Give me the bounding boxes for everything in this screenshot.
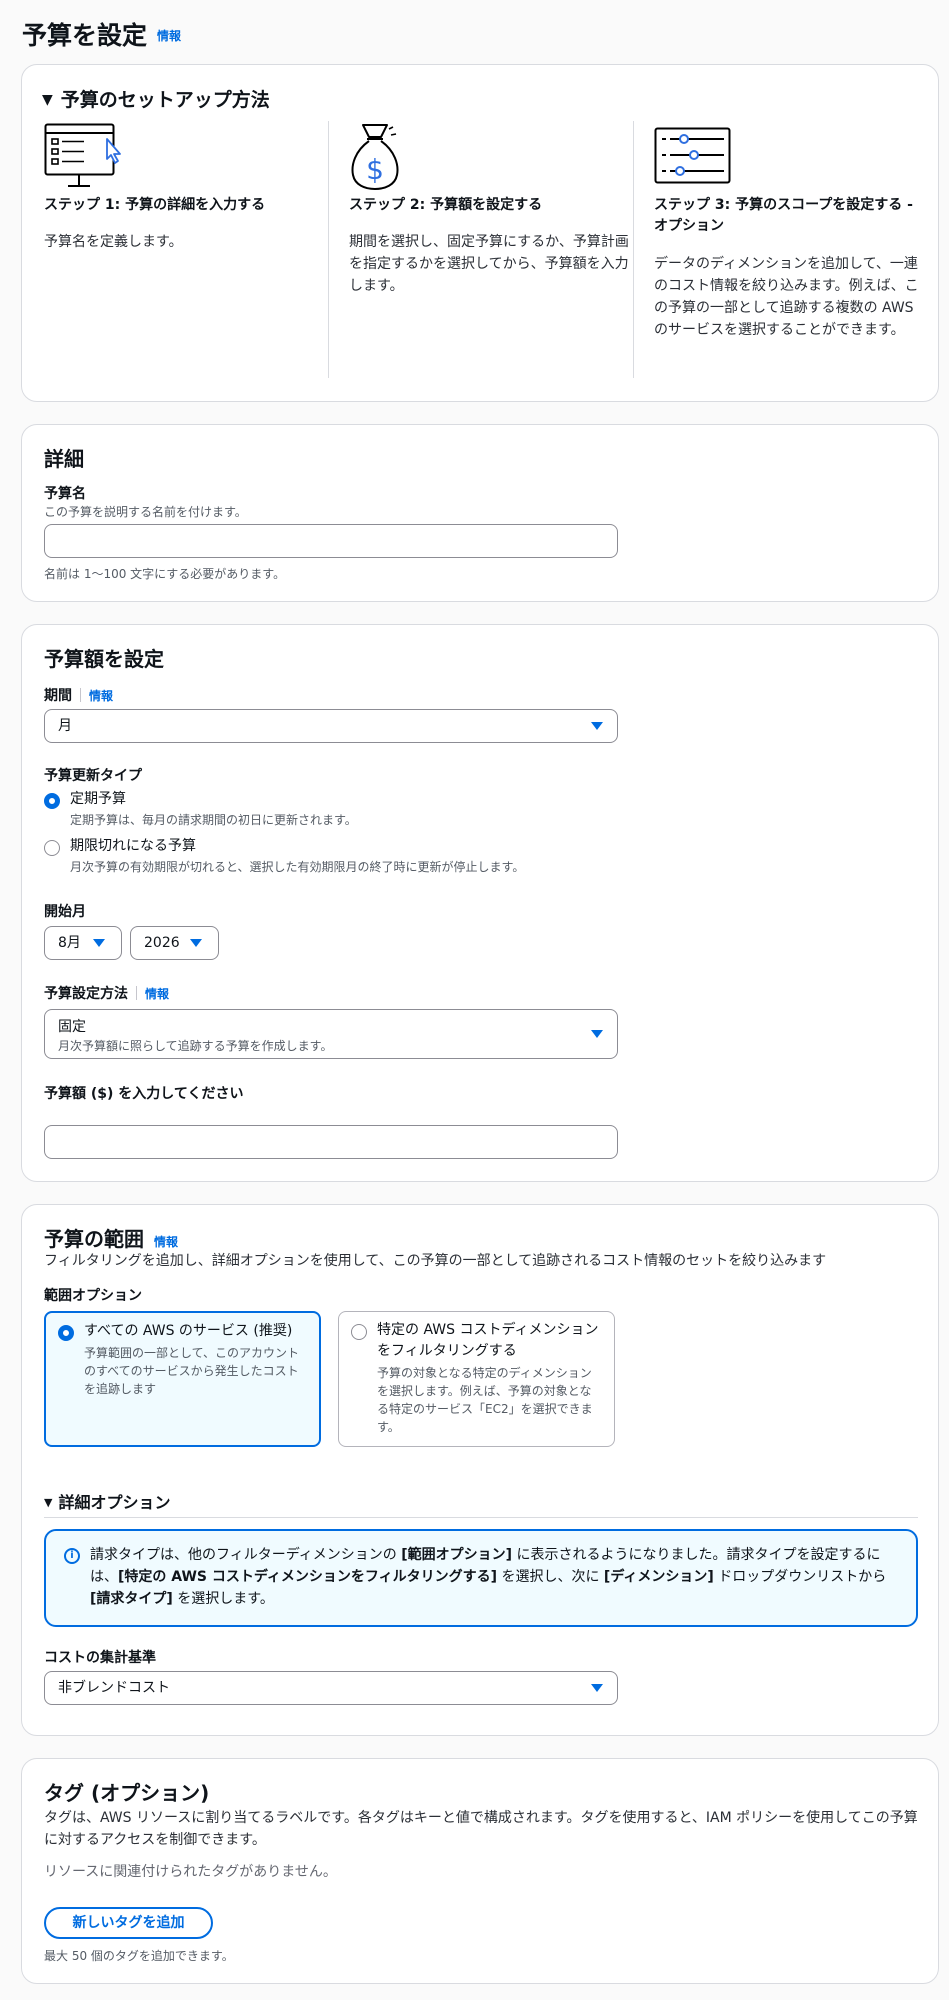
recurring-budget-label: 定期予算 <box>70 791 126 807</box>
scope-options-label: 範囲オプション <box>44 1288 142 1304</box>
cost-aggregation-select[interactable]: 非ブレンドコスト <box>44 1671 618 1705</box>
tags-limit-text: 最大 50 個のタグを追加できます。 <box>44 1949 234 1963</box>
budget-method-label: 予算設定方法 情報 <box>44 986 170 1002</box>
step-3-title: ステップ 3: 予算のスコープを設定する - オプション <box>654 197 913 234</box>
billing-type-info-alert: i 請求タイプは、他のフィルターディメンションの [範囲オプション] に表示され… <box>44 1529 918 1627</box>
expiring-budget-radio[interactable] <box>44 840 60 856</box>
all-services-desc: 予算範囲の一部として、このアカウントのすべてのサービスから発生したコストを追跡し… <box>84 1346 300 1396</box>
cost-aggregation-label: コストの集計基準 <box>44 1650 156 1666</box>
renewal-type-label: 予算更新タイプ <box>44 768 142 784</box>
step-2-title: ステップ 2: 予算額を設定する <box>349 197 543 213</box>
caret-down-icon <box>190 939 202 947</box>
computer-screen-icon <box>44 123 121 187</box>
step-divider <box>328 121 329 378</box>
all-services-radio[interactable] <box>58 1325 74 1341</box>
tags-card: タグ (オプション) タグは、AWS リソースに割り当てるラベルです。各タグはキ… <box>21 1758 939 1984</box>
all-services-tile[interactable]: すべての AWS のサービス (推奨) 予算範囲の一部として、このアカウントのす… <box>44 1311 321 1447</box>
start-year-select[interactable]: 2026 <box>130 926 219 960</box>
caret-down-icon <box>93 939 105 947</box>
step-divider <box>633 121 634 378</box>
tags-heading: タグ (オプション) <box>44 1781 210 1805</box>
caret-down-icon <box>591 1030 603 1038</box>
setup-guide-card: ▼ 予算のセットアップ方法 ステップ 1: 予算の詳細を入力する 予算名を定義しま… <box>21 64 939 402</box>
caret-down-icon <box>591 722 603 730</box>
budget-name-label: 予算名 <box>44 486 86 502</box>
budget-name-constraint: 名前は 1～100 文字にする必要があります。 <box>44 567 286 581</box>
budget-amount-input[interactable] <box>44 1125 618 1159</box>
period-select[interactable]: 月 <box>44 709 618 743</box>
expiring-budget-label: 期限切れになる予算 <box>70 838 196 854</box>
step-1-title: ステップ 1: 予算の詳細を入力する <box>44 197 266 213</box>
budget-scope-heading: 予算の範囲 情報 <box>44 1227 179 1251</box>
caret-down-icon: ▼ <box>44 1496 53 1509</box>
period-label: 期間 情報 <box>44 688 114 704</box>
caret-down-icon <box>591 1684 603 1692</box>
advanced-options-toggle[interactable]: ▼ 詳細オプション <box>44 1489 170 1513</box>
tags-desc: タグは、AWS リソースに割り当てるラベルです。各タグはキーと値で構成されます。… <box>44 1810 918 1848</box>
money-bag-icon: $ <box>351 124 399 191</box>
tags-empty-text: リソースに関連付けられたタグがありません。 <box>44 1864 337 1880</box>
filter-dimensions-radio[interactable] <box>351 1324 367 1340</box>
budget-amount-card: 予算額を設定 期間 情報 月 予算更新タイプ 定期予算 定期予算は、毎月の請求期間… <box>21 624 939 1182</box>
filter-dimensions-desc: 予算の対象となる特定のディメンションを選択します。例えば、予算の対象となる特定の… <box>377 1366 593 1434</box>
budget-scope-desc: フィルタリングを追加し、詳細オプションを使用して、この予算の一部として追跡される… <box>44 1253 827 1269</box>
budget-scope-info-link[interactable]: 情報 <box>154 1235 178 1249</box>
advanced-options-divider <box>44 1517 918 1518</box>
details-heading: 詳細 <box>44 447 84 471</box>
page-title: 予算を設定 情報 <box>22 21 182 50</box>
budget-scope-card: 予算の範囲 情報 フィルタリングを追加し、詳細オプションを使用して、この予算の一部… <box>21 1204 939 1736</box>
recurring-budget-desc: 定期予算は、毎月の請求期間の初日に更新されます。 <box>70 813 357 827</box>
billing-type-info-text: 請求タイプは、他のフィルターディメンションの [範囲オプション] に表示されるよ… <box>90 1547 887 1607</box>
add-tag-button[interactable]: 新しいタグを追加 <box>44 1907 213 1939</box>
budget-name-desc: この予算を説明する名前を付けます。 <box>44 505 247 519</box>
step-1-desc: 予算名を定義します。 <box>44 234 183 250</box>
start-month-select[interactable]: 8月 <box>44 926 122 960</box>
expiring-budget-desc: 月次予算の有効期限が切れると、選択した有効期限月の終了時に更新が停止します。 <box>70 860 525 874</box>
sliders-icon <box>654 127 731 184</box>
info-circle-icon: i <box>64 1548 80 1564</box>
filter-dimensions-title: 特定の AWS コストディメンションをフィルタリングする <box>377 1322 599 1359</box>
step-3-desc: データのディメンションを追加して、一連のコスト情報を絞り込みます。例えば、この予… <box>654 256 919 338</box>
budget-amount-heading: 予算額を設定 <box>44 647 164 671</box>
setup-expand-toggle[interactable]: ▼ 予算のセットアップ方法 <box>42 85 270 112</box>
step-2-desc: 期間を選択し、固定予算にするか、予算計画を指定するかを選択してから、予算額を入力… <box>349 234 629 294</box>
svg-text:$: $ <box>366 153 384 186</box>
budget-amount-label: 予算額 ($) を入力してください <box>44 1086 244 1102</box>
page-info-link[interactable]: 情報 <box>157 29 181 43</box>
budget-method-info-link[interactable]: 情報 <box>145 987 169 1001</box>
period-info-link[interactable]: 情報 <box>89 689 113 703</box>
budget-name-input[interactable] <box>44 524 618 558</box>
details-card: 詳細 予算名 この予算を説明する名前を付けます。 名前は 1～100 文字にする… <box>21 424 939 602</box>
caret-down-icon: ▼ <box>42 92 53 108</box>
page: 予算を設定 情報 ▼ 予算のセットアップ方法 ステップ 1: 予算の詳細を入力する … <box>0 0 949 2000</box>
recurring-budget-radio[interactable] <box>44 793 60 809</box>
budget-method-select[interactable]: 固定 月次予算額に照らして追跡する予算を作成します。 <box>44 1009 618 1059</box>
start-month-label: 開始月 <box>44 904 86 920</box>
filter-dimensions-tile[interactable]: 特定の AWS コストディメンションをフィルタリングする 予算の対象となる特定の… <box>338 1311 615 1447</box>
all-services-title: すべての AWS のサービス (推奨) <box>84 1323 293 1339</box>
